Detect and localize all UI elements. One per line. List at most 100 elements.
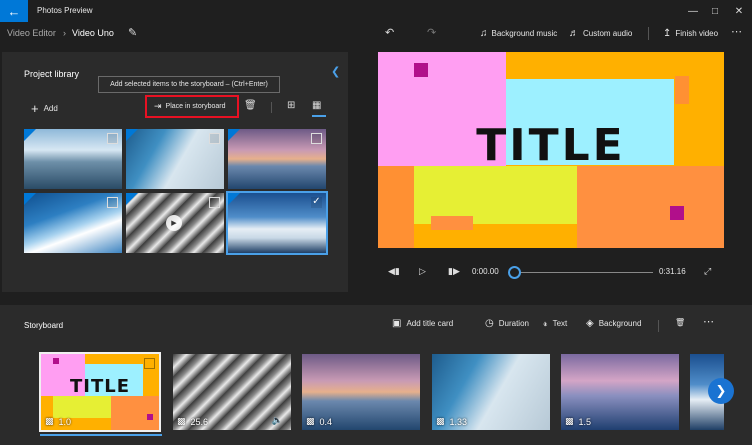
select-checkbox[interactable] bbox=[107, 133, 118, 144]
seek-track[interactable] bbox=[515, 272, 653, 273]
magenta-square bbox=[670, 206, 684, 220]
storyboard-panel: Storyboard ▣ Add title card ◷ Duration 𝓻… bbox=[0, 305, 752, 445]
duration-label: Duration bbox=[498, 319, 529, 328]
library-item-blue-iceberg[interactable] bbox=[24, 193, 122, 253]
place-in-storyboard-button[interactable]: ⇥ Place in storyboard bbox=[145, 95, 239, 118]
fullscreen-expand-icon[interactable]: ⤢ bbox=[704, 266, 711, 277]
paint-bucket-icon: ◈ bbox=[586, 318, 594, 329]
active-view-indicator bbox=[312, 115, 326, 117]
play-icon: ▶ bbox=[166, 215, 182, 231]
image-icon: ▩ bbox=[45, 416, 54, 426]
library-toolbar-divider bbox=[271, 102, 272, 113]
orange-left-block bbox=[378, 166, 414, 248]
storyboard-card-video[interactable]: ▩ 25.6 🔈 bbox=[173, 354, 291, 430]
library-item-sunset-iceberg[interactable] bbox=[228, 129, 326, 189]
project-library-title: Project library bbox=[24, 69, 80, 79]
storyboard-card-photo[interactable]: ▩ 1.33 bbox=[432, 354, 550, 430]
clock-icon: ◷ bbox=[485, 318, 494, 329]
title-card-icon: ▣ bbox=[392, 318, 402, 329]
close-button[interactable]: ✕ bbox=[726, 2, 752, 20]
added-corner-marker bbox=[126, 129, 138, 141]
library-item-video-river[interactable]: ▶ bbox=[126, 193, 224, 253]
library-item-glacier[interactable] bbox=[24, 129, 122, 189]
image-icon: ▩ bbox=[306, 416, 315, 426]
maximize-button[interactable]: □ bbox=[702, 2, 728, 20]
card-duration: ▩ 1.33 bbox=[436, 416, 468, 427]
seek-slider-handle[interactable] bbox=[508, 266, 521, 279]
added-corner-marker bbox=[126, 193, 138, 205]
card-duration: ▩ 1.5 bbox=[565, 416, 592, 427]
back-button[interactable]: ← bbox=[0, 0, 28, 22]
select-checkbox[interactable] bbox=[107, 197, 118, 208]
background-music-button[interactable]: ♫ Background music bbox=[480, 26, 557, 40]
plus-icon: + bbox=[31, 101, 39, 116]
background-button[interactable]: ◈ Background bbox=[586, 318, 641, 329]
place-in-storyboard-tooltip: Add selected items to the storyboard – (… bbox=[98, 76, 280, 93]
total-time: 0:31.16 bbox=[659, 267, 686, 276]
storyboard-toolbar-divider bbox=[658, 320, 659, 332]
export-icon: ↥ bbox=[663, 27, 672, 39]
large-grid-view-icon[interactable]: ⊞ bbox=[287, 100, 295, 111]
undo-icon[interactable]: ↶ bbox=[385, 26, 394, 39]
maximize-icon: □ bbox=[711, 5, 719, 17]
image-icon: ▩ bbox=[436, 416, 445, 426]
card-select-checkbox[interactable] bbox=[144, 358, 155, 369]
storyboard-more-options-icon[interactable]: ⋯ bbox=[703, 315, 714, 328]
added-corner-marker bbox=[24, 129, 36, 141]
chevron-right-icon: ❯ bbox=[715, 383, 727, 398]
added-corner-marker bbox=[228, 129, 240, 141]
storyboard-delete-trash-icon[interactable]: 🗑 bbox=[675, 318, 685, 327]
finish-video-button[interactable]: ↥ Finish video bbox=[663, 26, 718, 40]
delete-trash-icon[interactable]: 🗑 bbox=[244, 100, 257, 111]
card-duration: ▩ 25.6 bbox=[177, 416, 209, 427]
select-checkbox[interactable] bbox=[311, 133, 322, 144]
breadcrumb-video-editor[interactable]: Video Editor bbox=[7, 28, 56, 38]
more-options-icon[interactable]: ⋯ bbox=[731, 25, 742, 38]
storyboard-card-title[interactable]: TITLE ▩ 1.0 bbox=[39, 352, 161, 432]
library-item-ice-wall[interactable] bbox=[126, 129, 224, 189]
arrow-left-icon: ← bbox=[7, 3, 21, 19]
duration-button[interactable]: ◷ Duration bbox=[485, 318, 529, 329]
add-media-button[interactable]: + Add bbox=[31, 101, 58, 116]
header-divider bbox=[648, 27, 649, 40]
background-label: Background bbox=[598, 319, 642, 328]
add-title-card-button[interactable]: ▣ Add title card bbox=[392, 318, 453, 329]
play-button-icon[interactable]: ▷ bbox=[419, 266, 426, 277]
previous-frame-icon[interactable]: ◀▮ bbox=[388, 266, 400, 277]
scroll-next-button[interactable]: ❯ bbox=[708, 378, 734, 404]
library-item-snow-mountain[interactable]: ✓ bbox=[226, 191, 328, 255]
added-corner-marker bbox=[24, 193, 36, 205]
added-corner-marker bbox=[228, 193, 240, 205]
card-duration: ▩ 0.4 bbox=[306, 416, 333, 427]
card-title-text: TITLE bbox=[69, 376, 131, 397]
project-library-panel: Project library ❮ Add selected items to … bbox=[2, 52, 348, 292]
select-checkbox[interactable] bbox=[209, 133, 220, 144]
next-frame-icon[interactable]: ▮▶ bbox=[448, 266, 460, 277]
add-label: Add bbox=[43, 104, 58, 113]
storyboard-card-photo[interactable]: ▩ 1.5 bbox=[561, 354, 679, 430]
app-title: Photos Preview bbox=[37, 6, 93, 15]
storyboard-insert-icon: ⇥ bbox=[154, 101, 162, 111]
custom-audio-button[interactable]: ♬ Custom audio bbox=[569, 26, 632, 40]
storyboard-card-photo[interactable]: ▩ 0.4 bbox=[302, 354, 420, 430]
orange-small-bar bbox=[431, 216, 473, 230]
redo-icon[interactable]: ↷ bbox=[427, 26, 436, 39]
add-title-card-label: Add title card bbox=[406, 319, 454, 328]
text-button[interactable]: 𝓻 Text bbox=[543, 318, 567, 329]
card-duration: ▩ 1.0 bbox=[45, 416, 72, 427]
title-bar: ← Photos Preview — □ ✕ bbox=[0, 0, 752, 22]
current-time: 0:00.00 bbox=[472, 267, 499, 276]
selected-check-icon[interactable]: ✓ bbox=[311, 197, 322, 208]
playback-controls: ◀▮ ▷ ▮▶ 0:00.00 0:31.16 ⤢ bbox=[378, 262, 724, 282]
video-icon: ▩ bbox=[177, 416, 186, 426]
text-label: Text bbox=[552, 319, 568, 328]
collapse-library-chevron-icon[interactable]: ❮ bbox=[331, 65, 340, 78]
breadcrumb-separator: › bbox=[63, 28, 66, 38]
audio-person-icon: ♬ bbox=[569, 27, 579, 39]
select-checkbox[interactable] bbox=[209, 197, 220, 208]
small-grid-view-icon[interactable]: ▦ bbox=[312, 100, 321, 111]
rename-pencil-icon[interactable]: ✎ bbox=[128, 26, 137, 39]
speaker-icon[interactable]: 🔈 bbox=[272, 415, 283, 426]
text-icon: 𝓻 bbox=[543, 318, 548, 329]
orange-bar bbox=[675, 76, 689, 104]
